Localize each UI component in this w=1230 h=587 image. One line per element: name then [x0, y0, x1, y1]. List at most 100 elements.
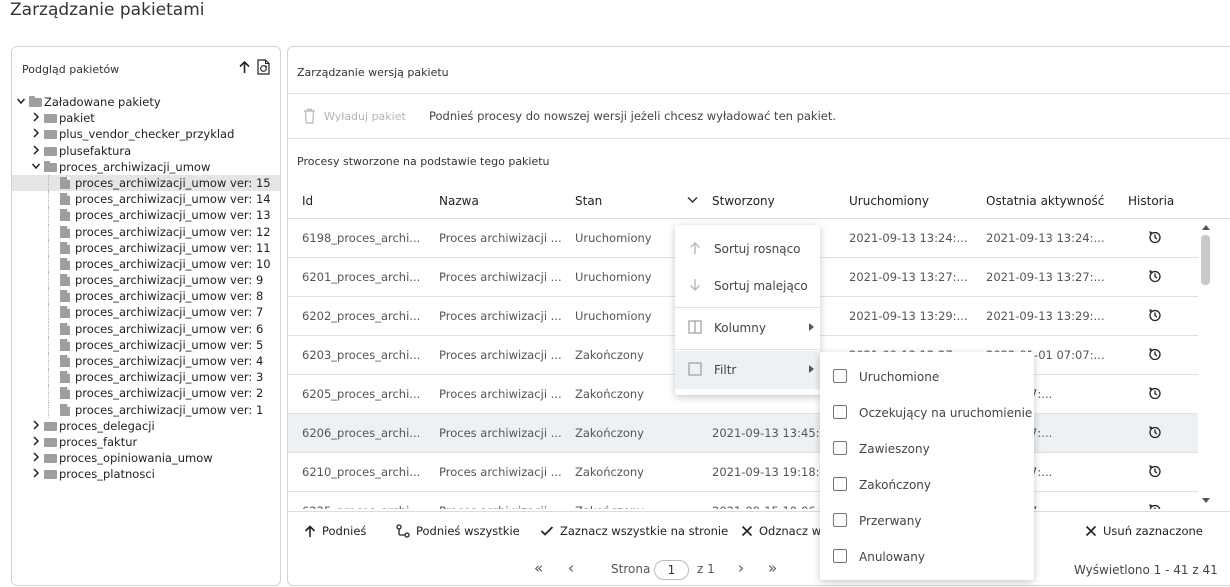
page-label: Strona — [611, 562, 651, 576]
grid-scrollbar[interactable] — [1198, 219, 1214, 509]
history-icon[interactable] — [1148, 308, 1162, 322]
deselect-button[interactable]: Odznacz w — [741, 524, 821, 538]
filter-submenu: Uruchomione Oczekujący na uruchomienie Zaw… — [820, 352, 1034, 580]
tree-guide-line — [48, 401, 49, 418]
scroll-up-arrow[interactable] — [1202, 225, 1210, 230]
chevron-right-icon[interactable] — [31, 467, 41, 479]
tree-item-package[interactable]: plus_vendor_checker_przyklad — [12, 126, 280, 142]
chevron-right-icon[interactable] — [31, 419, 41, 431]
first-page-icon[interactable]: « — [534, 559, 543, 577]
tree-item-version[interactable]: proces_archiwizacji_umow ver: 12 — [12, 223, 280, 240]
tree-item-version[interactable]: proces_archiwizacji_umow ver: 3 — [12, 369, 280, 386]
tree-item-label: proces_archiwizacji_umow ver: 11 — [75, 240, 271, 255]
raise-all-button[interactable]: Podnieś wszystkie — [396, 524, 520, 538]
history-icon[interactable] — [1148, 386, 1162, 400]
cell-started: 2021-09-13 13:27:... — [849, 270, 968, 284]
chevron-right-icon[interactable] — [31, 127, 41, 139]
scroll-thumb[interactable] — [1201, 235, 1210, 285]
tree-item-version[interactable]: proces_archiwizacji_umow ver: 2 — [12, 385, 280, 402]
folder-icon — [44, 470, 57, 480]
tree-item-version[interactable]: proces_archiwizacji_umow ver: 4 — [12, 353, 280, 369]
table-row[interactable]: 6210_proces_archi... Proces archiwizacji … — [288, 453, 1198, 492]
tree-item-package[interactable]: proces_platnosci — [12, 466, 280, 482]
column-menu: Sortuj rosnąco Sortuj malejąco Kolumny F… — [675, 225, 820, 395]
select-all-page-button[interactable]: Zaznacz wszystkie na stronie — [540, 524, 728, 538]
history-icon[interactable] — [1148, 230, 1162, 244]
remove-selected-button[interactable]: Usuń zaznaczone — [1085, 524, 1203, 538]
history-icon[interactable] — [1148, 269, 1162, 283]
filter-checkbox[interactable] — [833, 441, 847, 455]
column-header-created[interactable]: Stworzony — [712, 194, 775, 208]
filter-option[interactable]: Zakończony — [820, 467, 1034, 503]
tree-item-version[interactable]: proces_archiwizacji_umow ver: 13 — [12, 207, 280, 224]
tree-item-version[interactable]: proces_archiwizacji_umow ver: 5 — [12, 336, 280, 353]
filter-item[interactable]: Filtr — [675, 351, 820, 389]
tree-item-version[interactable]: proces_archiwizacji_umow ver: 11 — [12, 239, 280, 256]
filter-checkbox[interactable] — [833, 477, 847, 491]
chevron-right-icon[interactable] — [31, 451, 41, 463]
tree-item-package[interactable]: plusefaktura — [12, 143, 280, 159]
next-page-icon[interactable]: › — [738, 559, 744, 577]
filter-option[interactable]: Przerwany — [820, 503, 1034, 539]
filter-checkbox[interactable] — [833, 513, 847, 527]
filter-option[interactable]: Uruchomione — [820, 359, 1034, 395]
chevron-down-icon[interactable] — [31, 160, 41, 172]
cell-id: 6206_proces_archi... — [302, 426, 421, 440]
history-icon[interactable] — [1148, 464, 1162, 478]
column-header-history[interactable]: Historia — [1128, 194, 1174, 208]
unload-package-button[interactable]: Wyładuj pakiet — [303, 108, 406, 124]
filter-option[interactable]: Zawieszony — [820, 431, 1034, 467]
history-icon[interactable] — [1148, 347, 1162, 361]
columns-item[interactable]: Kolumny — [675, 309, 820, 347]
sort-descending-item[interactable]: Sortuj malejąco — [675, 267, 820, 305]
filter-checkbox[interactable] — [833, 369, 847, 383]
file-icon — [60, 241, 70, 254]
tree-item-version[interactable]: proces_archiwizacji_umow ver: 14 — [12, 191, 280, 208]
raise-button[interactable]: Podnieś — [304, 524, 366, 538]
chevron-down-icon[interactable] — [687, 196, 698, 204]
tree-item-version[interactable]: proces_archiwizacji_umow ver: 6 — [12, 320, 280, 337]
tree-item-version[interactable]: proces_archiwizacji_umow ver: 7 — [12, 304, 280, 321]
cell-id: 6202_proces_archi... — [302, 309, 421, 323]
tree-item-package[interactable]: Załadowane pakiety — [12, 94, 280, 110]
last-page-icon[interactable]: » — [768, 559, 777, 577]
tree-item-package[interactable]: proces_delegacji — [12, 418, 280, 434]
column-header-name[interactable]: Nazwa — [439, 194, 479, 208]
tree-item-package[interactable]: proces_archiwizacji_umow — [12, 159, 280, 175]
filter-checkbox[interactable] — [833, 549, 847, 563]
tree-item-version[interactable]: proces_archiwizacji_umow ver: 8 — [12, 288, 280, 305]
table-row[interactable]: 6206_proces_archi... Proces archiwizacji … — [288, 414, 1198, 453]
sort-ascending-item[interactable]: Sortuj rosnąco — [675, 230, 820, 268]
columns-label: Kolumny — [714, 321, 766, 335]
tree-item-version[interactable]: proces_archiwizacji_umow ver: 10 — [12, 255, 280, 272]
column-header-started[interactable]: Uruchomiony — [849, 194, 929, 208]
cell-state: Uruchomiony — [575, 309, 652, 323]
column-header-state[interactable]: Stan — [575, 194, 602, 208]
scroll-down-arrow[interactable] — [1202, 498, 1210, 503]
chevron-right-icon[interactable] — [31, 144, 41, 156]
prev-page-icon[interactable]: ‹ — [568, 559, 574, 577]
chevron-down-icon[interactable] — [16, 95, 26, 107]
chevron-right-icon[interactable] — [31, 111, 41, 123]
chevron-right-icon[interactable] — [31, 435, 41, 447]
page-number-input[interactable] — [654, 560, 689, 580]
tree-item-package[interactable]: pakiet — [12, 110, 280, 126]
refresh-file-icon[interactable] — [257, 59, 270, 75]
tree-item-version[interactable]: proces_archiwizacji_umow ver: 9 — [12, 272, 280, 289]
tree-item-package[interactable]: proces_opiniowania_umow — [12, 450, 280, 466]
table-row[interactable]: 6225_proces_archi... Proces archiwizacji … — [288, 492, 1198, 509]
tree-item-version[interactable]: proces_archiwizacji_umow ver: 15 — [12, 174, 280, 192]
filter-option[interactable]: Anulowany — [820, 539, 1034, 575]
tree-item-package[interactable]: proces_faktur — [12, 434, 280, 450]
history-icon[interactable] — [1148, 425, 1162, 439]
submenu-arrow-icon — [809, 365, 814, 373]
filter-option[interactable]: Oczekujący na uruchomienie — [820, 395, 1034, 431]
tree-item-version[interactable]: proces_archiwizacji_umow ver: 1 — [12, 401, 280, 418]
cell-name: Proces archiwizacji ... — [439, 387, 562, 401]
arrow-up-icon[interactable] — [238, 60, 251, 74]
cell-created: 2021-09-15 10:06:... — [712, 504, 830, 509]
column-header-last-activity[interactable]: Ostatnia aktywność — [986, 194, 1104, 208]
history-icon[interactable] — [1148, 503, 1162, 509]
filter-checkbox[interactable] — [833, 405, 847, 419]
column-header-id[interactable]: Id — [302, 194, 313, 208]
